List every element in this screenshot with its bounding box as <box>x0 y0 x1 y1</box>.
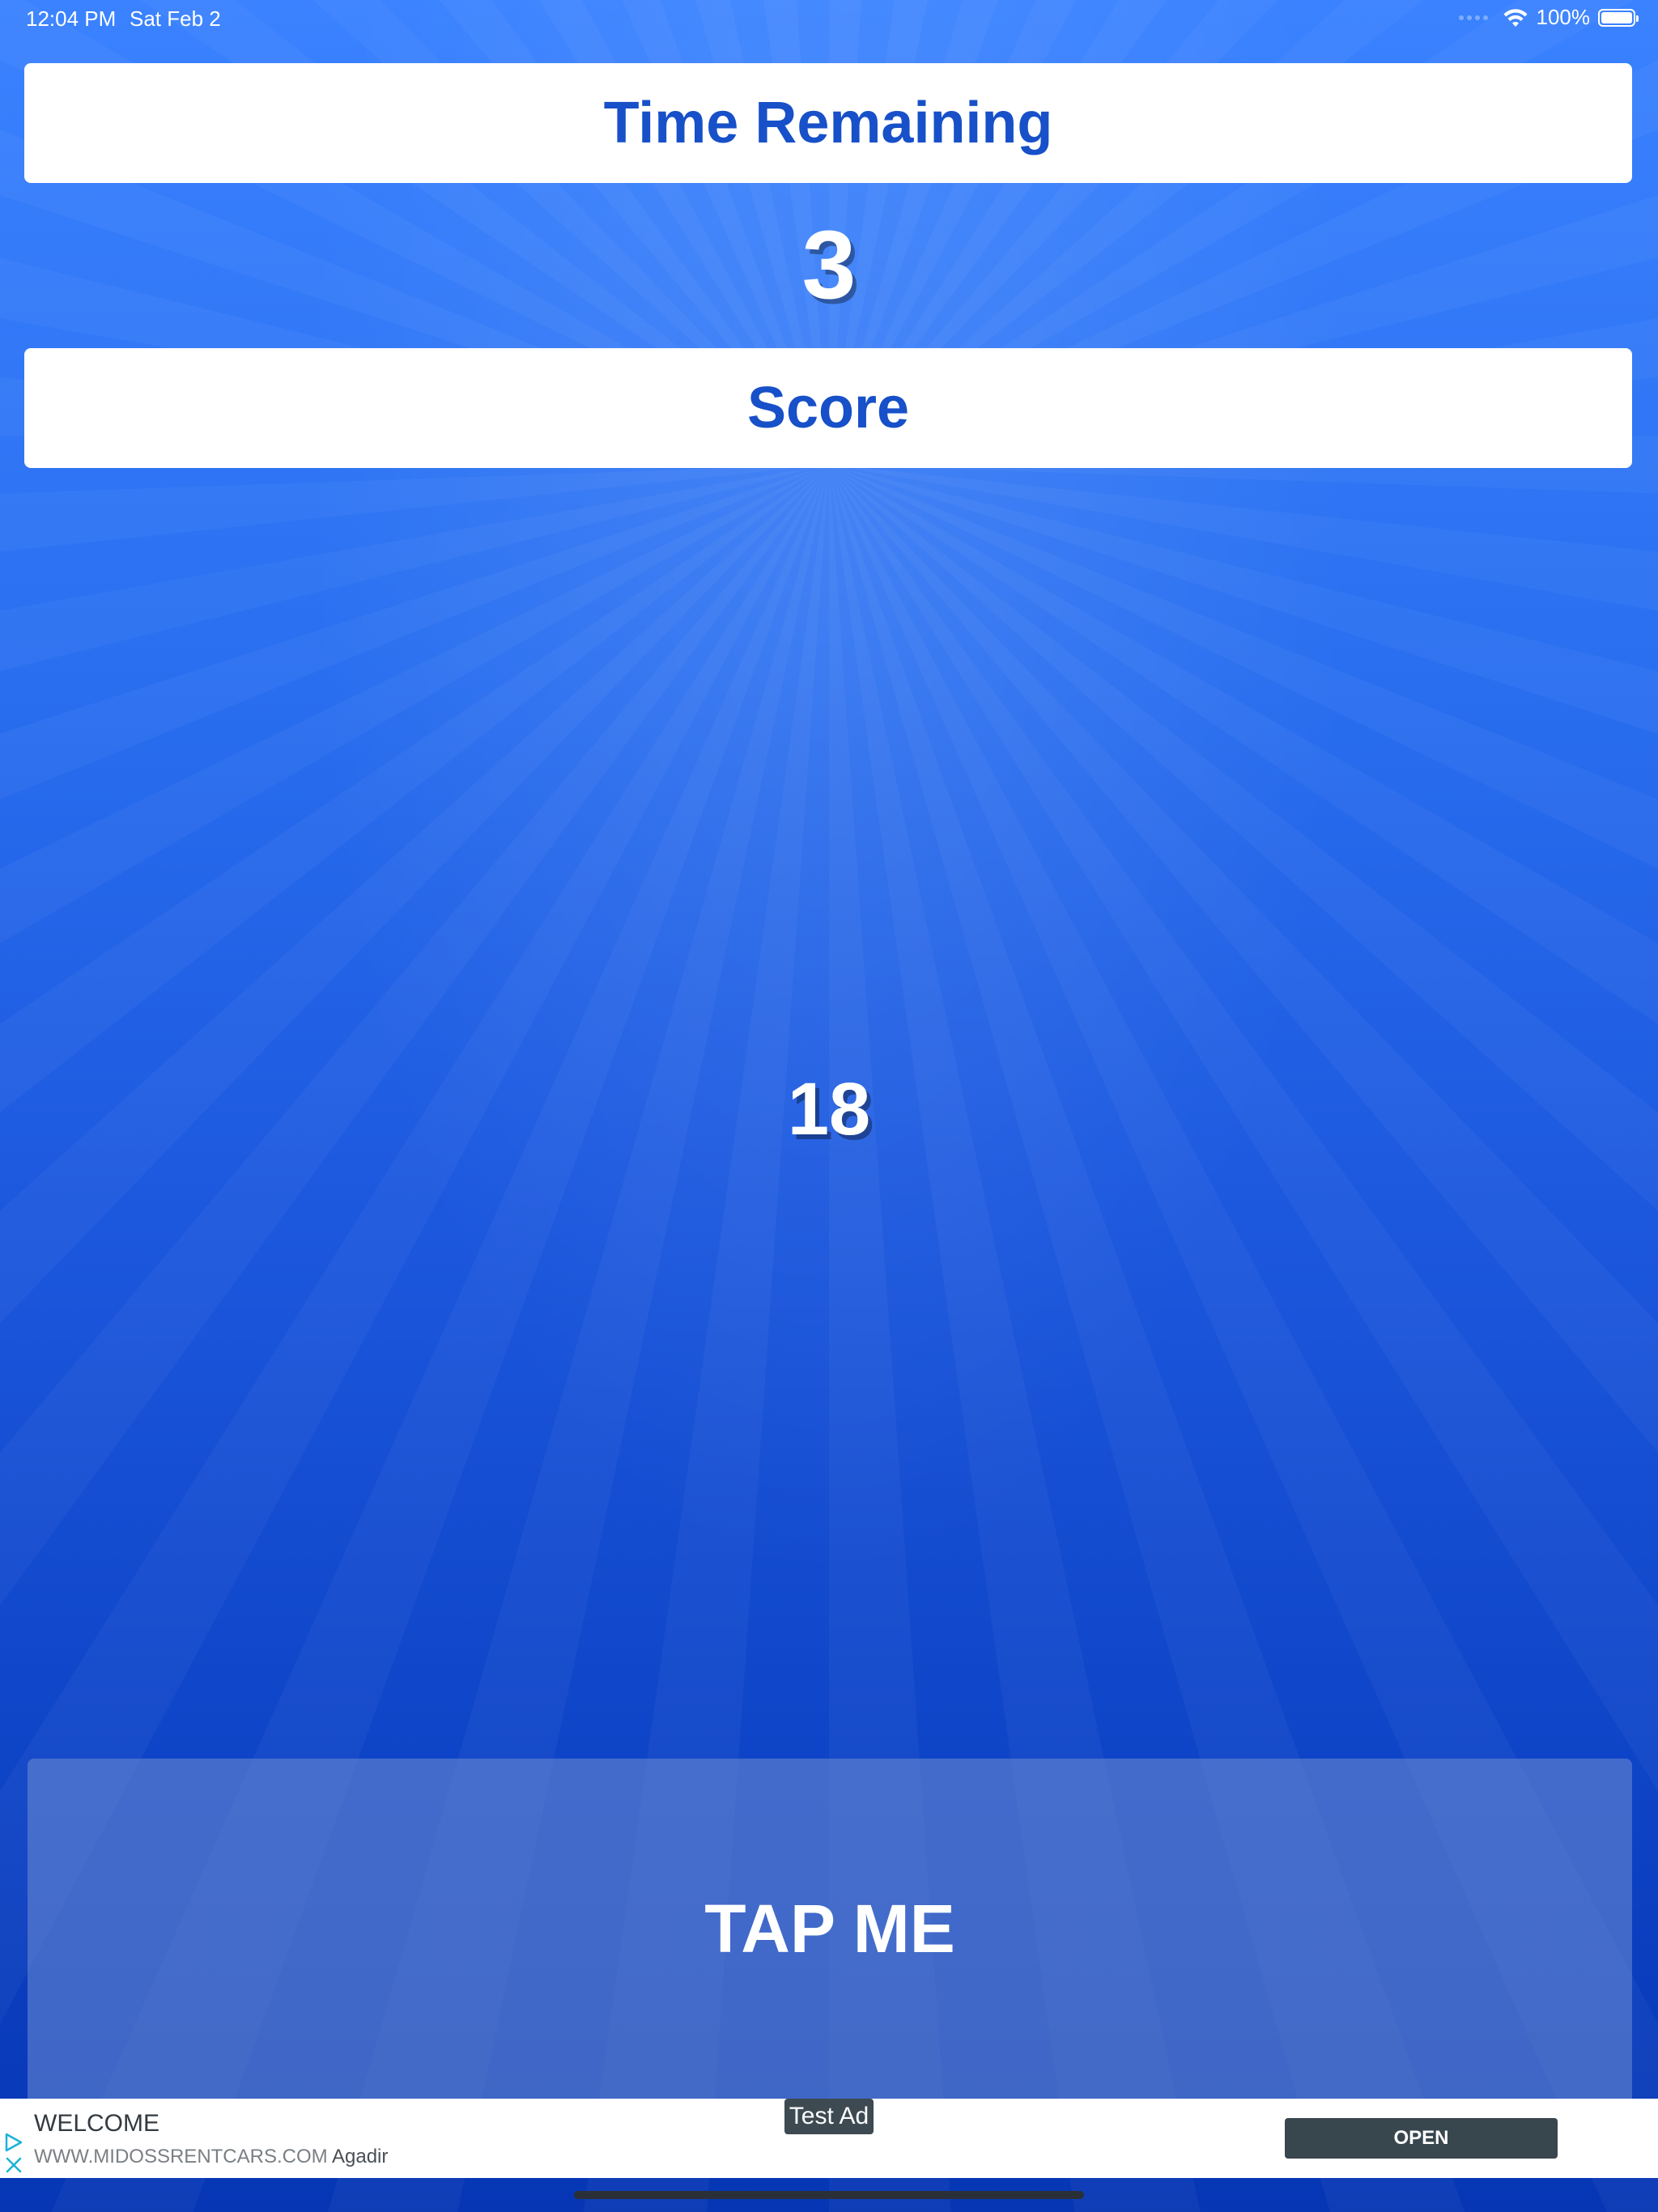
tap-me-label: TAP ME <box>704 1890 955 1967</box>
time-remaining-value: 3 <box>801 211 857 319</box>
test-ad-badge: Test Ad <box>784 2099 874 2134</box>
ad-open-button[interactable]: OPEN <box>1285 2118 1558 2159</box>
score-label: Score <box>746 376 910 440</box>
home-indicator[interactable] <box>574 2191 1084 2199</box>
time-remaining-header: Time Remaining <box>24 63 1632 183</box>
battery-icon <box>1598 8 1639 27</box>
status-indicators: 100% <box>1458 5 1639 30</box>
ad-open-label: OPEN <box>1393 2127 1449 2149</box>
ad-url: WWW.MIDOSSRENTCARS.COM <box>34 2146 328 2167</box>
ad-choices-icon[interactable] <box>3 2131 26 2176</box>
time-remaining-label: Time Remaining <box>603 91 1053 155</box>
cellular-signal-icon <box>1458 15 1488 20</box>
ad-city: Agadir <box>332 2146 389 2167</box>
score-header: Score <box>24 348 1632 468</box>
battery-level-fill <box>1601 11 1632 23</box>
status-time: 12:04 PM <box>26 6 117 31</box>
battery-percent: 100% <box>1536 5 1591 29</box>
ad-title[interactable]: WELCOME <box>34 2110 159 2138</box>
tap-me-button[interactable]: TAP ME <box>28 1759 1632 2099</box>
wifi-icon <box>1503 8 1527 27</box>
status-date: Sat Feb 2 <box>130 6 221 31</box>
status-bar: 12:04 PM Sat Feb 2 100% <box>0 0 1658 39</box>
score-value: 18 <box>787 1068 871 1151</box>
ad-url-line[interactable]: WWW.MIDOSSRENTCARS.COM Agadir <box>34 2146 388 2168</box>
